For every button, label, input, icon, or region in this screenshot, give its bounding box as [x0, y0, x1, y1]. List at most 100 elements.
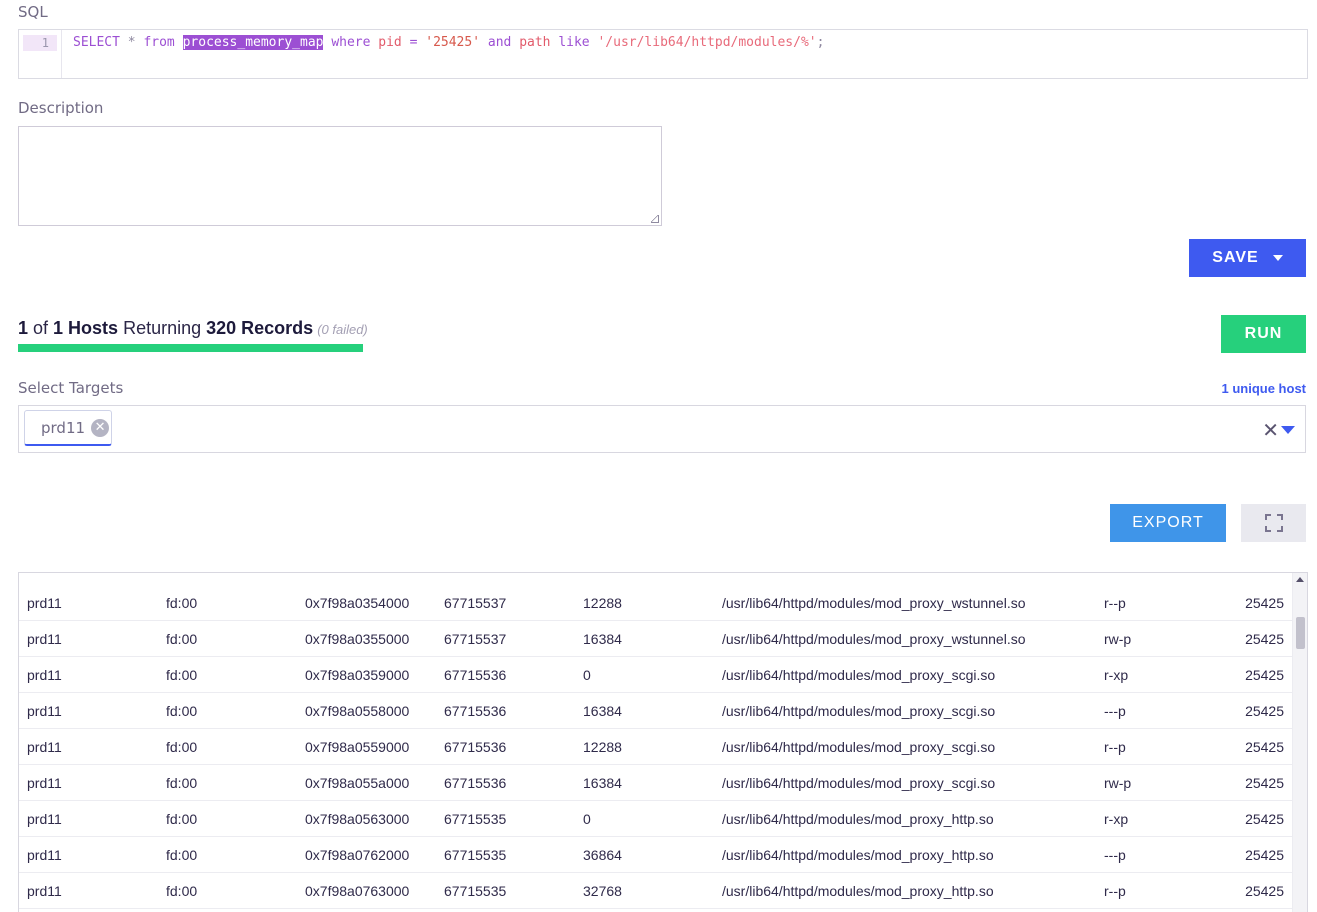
- target-tag: prd11 ✕: [24, 410, 112, 446]
- table-cell: fd:00: [166, 883, 198, 899]
- table-cell: 0x7f98a055a000: [305, 775, 410, 791]
- table-cell: /usr/lib64/httpd/modules/mod_proxy_scgi.…: [722, 775, 996, 791]
- targets-select[interactable]: prd11 ✕ ✕: [18, 405, 1306, 453]
- table-cell: 25425: [1245, 811, 1284, 827]
- clear-icon[interactable]: ✕: [1262, 418, 1279, 442]
- table-cell: /usr/lib64/httpd/modules/mod_proxy_http.…: [722, 847, 994, 863]
- caret-down-icon[interactable]: [1281, 426, 1295, 434]
- table-cell: 0x7f98a0559000: [305, 739, 410, 755]
- save-label: SAVE: [1212, 249, 1259, 266]
- table-cell: fd:00: [166, 775, 198, 791]
- scroll-thumb[interactable]: [1296, 617, 1305, 649]
- table-cell: 0x7f98a0763000: [305, 883, 410, 899]
- table-cell: 25425: [1245, 883, 1284, 899]
- target-tag-label: prd11: [41, 418, 86, 437]
- hosts-total: 1 Hosts: [53, 318, 119, 338]
- table-cell: r--p: [1104, 739, 1126, 755]
- results-scrollbar[interactable]: [1292, 573, 1307, 912]
- sql-semicolon: ;: [816, 35, 825, 50]
- table-cell: 25425: [1245, 847, 1284, 863]
- line-number: 1: [23, 35, 57, 51]
- sql-star: *: [119, 35, 144, 50]
- sql-editor[interactable]: 1 SELECT * from process_memory_map where…: [18, 29, 1308, 79]
- table-cell: fd:00: [166, 667, 198, 683]
- save-button[interactable]: SAVE: [1189, 239, 1306, 277]
- resize-handle-icon[interactable]: [651, 215, 659, 223]
- progress-fill: [18, 344, 363, 352]
- table-cell: prd11: [27, 703, 62, 719]
- table-row[interactable]: prd11 fd:00 0x7f98a0359000 67715536 0/usr/li…: [19, 657, 1294, 693]
- table-cell: fd:00: [166, 739, 198, 755]
- table-cell: 67715536: [444, 739, 507, 755]
- sql-keyword-select: SELECT: [73, 35, 120, 50]
- sql-pid-value: '25425': [425, 35, 481, 50]
- table-row[interactable]: prd11 fd:00 0x7f98a0559000 67715536 12288/us…: [19, 729, 1294, 765]
- run-button[interactable]: RUN: [1221, 315, 1306, 353]
- sql-column-path: path: [519, 35, 551, 50]
- table-cell: 12288: [583, 595, 622, 611]
- table-cell: prd11: [27, 631, 62, 647]
- sql-keyword-and: and: [487, 35, 512, 50]
- table-cell: 0x7f98a0558000: [305, 703, 410, 719]
- table-cell: 25425: [1245, 631, 1284, 647]
- failed-count: (0 failed): [317, 322, 368, 337]
- sql-code[interactable]: SELECT * from process_memory_map where p…: [73, 34, 824, 52]
- editor-gutter: 1: [19, 30, 62, 78]
- results-rows: prd11 fd:00 0x7f98a0354000 67715537 12288/us…: [19, 585, 1294, 909]
- table-cell: 25425: [1245, 775, 1284, 791]
- table-cell: 16384: [583, 703, 622, 719]
- table-cell: 67715537: [444, 595, 507, 611]
- table-row[interactable]: prd11 fd:00 0x7f98a0354000 67715537 12288/us…: [19, 585, 1294, 621]
- table-row[interactable]: prd11 fd:00 0x7f98a055a000 67715536 16384/us…: [19, 765, 1294, 801]
- table-row[interactable]: prd11 fd:00 0x7f98a0558000 67715536 16384/us…: [19, 693, 1294, 729]
- table-cell: 12288: [583, 739, 622, 755]
- returning-text: Returning: [118, 318, 207, 338]
- of-text: of: [28, 318, 54, 338]
- table-cell: 0x7f98a0563000: [305, 811, 410, 827]
- unique-host-count[interactable]: 1 unique host: [1222, 381, 1307, 396]
- table-cell: 25425: [1245, 667, 1284, 683]
- table-cell: fd:00: [166, 703, 198, 719]
- table-row[interactable]: prd11 fd:00 0x7f98a0763000 67715535 32768/us…: [19, 873, 1294, 909]
- close-circle-icon[interactable]: ✕: [91, 418, 110, 437]
- table-cell: /usr/lib64/httpd/modules/mod_proxy_http.…: [722, 811, 994, 827]
- table-cell: prd11: [27, 775, 62, 791]
- table-cell: 0x7f98a0355000: [305, 631, 410, 647]
- sql-column-pid: pid: [378, 35, 402, 50]
- table-cell: 67715535: [444, 883, 507, 899]
- table-row[interactable]: prd11 fd:00 0x7f98a0355000 67715537 16384/us…: [19, 621, 1294, 657]
- fullscreen-icon: [1264, 514, 1283, 532]
- table-cell: 67715536: [444, 667, 507, 683]
- table-cell: 16384: [583, 631, 622, 647]
- hosts-done: 1: [18, 318, 29, 338]
- table-row[interactable]: prd11 fd:00 0x7f98a0563000 67715535 0/usr/li…: [19, 801, 1294, 837]
- table-row[interactable]: prd11 fd:00 0x7f98a0762000 67715535 36864/us…: [19, 837, 1294, 873]
- table-cell: fd:00: [166, 811, 198, 827]
- table-cell: /usr/lib64/httpd/modules/mod_proxy_wstun…: [722, 631, 1026, 647]
- table-cell: r-xp: [1104, 667, 1129, 683]
- table-cell: r--p: [1104, 883, 1126, 899]
- table-cell: rw-p: [1104, 631, 1132, 647]
- table-cell: fd:00: [166, 847, 198, 863]
- description-textarea[interactable]: [18, 126, 662, 226]
- results-table[interactable]: prd11 fd:00 0x7f98a0354000 67715537 12288/us…: [18, 572, 1308, 912]
- sql-table-name: process_memory_map: [182, 35, 324, 50]
- table-cell: 0x7f98a0354000: [305, 595, 410, 611]
- sql-operator-eq: =: [409, 35, 418, 50]
- sql-label: SQL: [18, 3, 48, 21]
- table-cell: 0x7f98a0359000: [305, 667, 410, 683]
- sql-path-value: '/usr/lib64/httpd/modules/%': [597, 35, 817, 50]
- table-cell: 25425: [1245, 703, 1284, 719]
- sql-keyword-from: from: [143, 35, 175, 50]
- export-button[interactable]: EXPORT: [1110, 504, 1226, 542]
- caret-down-icon[interactable]: [1272, 255, 1283, 261]
- table-cell: 32768: [583, 883, 622, 899]
- select-targets-label: Select Targets: [18, 379, 124, 397]
- table-cell: /usr/lib64/httpd/modules/mod_proxy_http.…: [722, 883, 994, 899]
- scroll-up-icon[interactable]: [1296, 577, 1304, 582]
- table-cell: 0: [583, 811, 591, 827]
- sql-keyword-where: where: [331, 35, 371, 50]
- table-cell: fd:00: [166, 631, 198, 647]
- fullscreen-button[interactable]: [1241, 504, 1306, 542]
- sql-keyword-like: like: [558, 35, 590, 50]
